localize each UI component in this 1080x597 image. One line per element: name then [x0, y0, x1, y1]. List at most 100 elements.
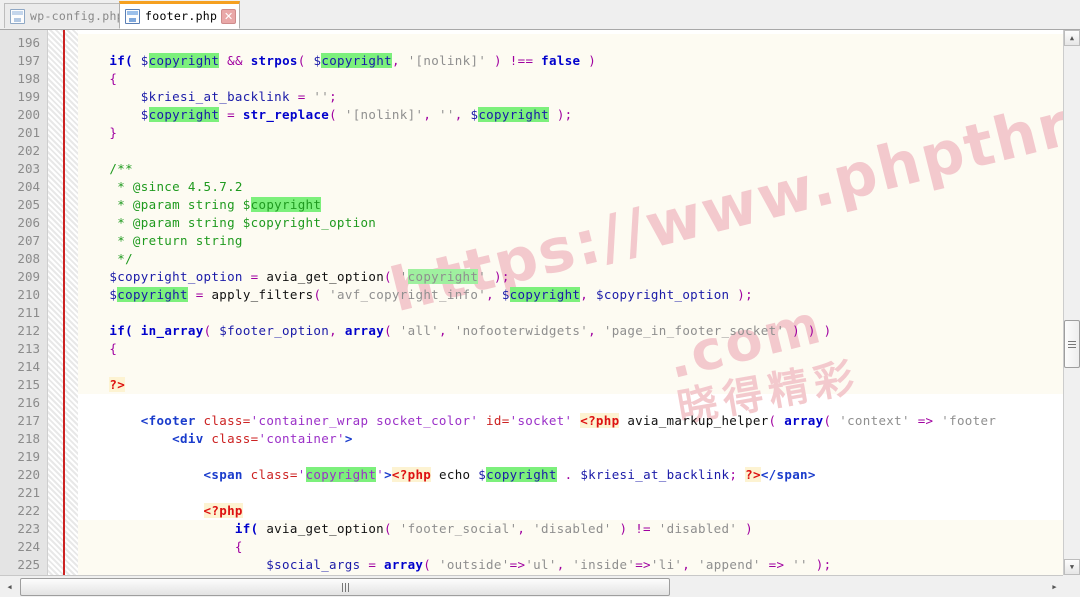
code-token: * @since 4.5.7.2	[109, 179, 243, 194]
line-number: 219	[17, 449, 40, 464]
search-match: copyright	[148, 107, 220, 122]
code-token: 'avf_copyright_info'	[329, 287, 487, 302]
code-line[interactable]: $social_args = array( 'outside'=>'ul', '…	[78, 556, 831, 574]
code-token: */	[109, 251, 133, 266]
line-number: 209	[17, 269, 40, 284]
code-token: 'outside'	[438, 557, 510, 572]
code-token: $copyright_option	[109, 269, 243, 284]
code-line[interactable]: if( $copyright && strpos( $copyright, '[…	[78, 52, 596, 70]
code-line[interactable]: <footer class='container_wrap socket_col…	[78, 412, 996, 430]
code-line[interactable]: $kriesi_at_backlink = '';	[78, 88, 337, 106]
code-line[interactable]: {	[78, 538, 243, 556]
code-token: $footer_option	[219, 323, 330, 338]
file-save-icon	[10, 8, 25, 24]
code-token: )	[737, 287, 746, 302]
line-number: 207	[17, 233, 40, 248]
code-token: !==	[509, 53, 534, 68]
tab-footer-php[interactable]: footer.php ✕	[119, 1, 241, 29]
line-number: 206	[17, 215, 40, 230]
caret-up-icon[interactable]: ▲	[1064, 30, 1080, 46]
line-number: 217	[17, 413, 40, 428]
code-line[interactable]: $copyright = str_replace( '[nolink]', ''…	[78, 106, 573, 124]
code-editor[interactable]: 196 197 198 199 200 201 202 203 204 205 206 207 208 2…	[0, 30, 1080, 575]
code-line[interactable]: /**	[78, 160, 133, 178]
close-icon[interactable]: ✕	[221, 8, 237, 24]
code-token: <div	[172, 431, 204, 446]
code-line[interactable]: }	[78, 124, 117, 142]
code-token: (	[384, 521, 392, 536]
code-token: <?php	[580, 413, 620, 428]
horizontal-scrollbar-thumb[interactable]	[20, 578, 670, 596]
code-token: $social_args	[266, 557, 361, 572]
code-line[interactable]: * @param string $copyright_option	[78, 214, 376, 232]
code-token: (	[384, 269, 392, 284]
code-token: 'container'	[258, 431, 345, 446]
search-match: copyright	[478, 107, 549, 122]
code-token: }	[109, 125, 118, 140]
code-token: )	[745, 521, 753, 536]
code-token: avia_get_option	[266, 269, 385, 284]
vertical-scrollbar[interactable]: ▲ ▼	[1063, 30, 1080, 575]
line-number: 203	[17, 161, 40, 176]
code-line[interactable]: <span class='copyright'><?php echo $copy…	[78, 466, 816, 484]
code-line[interactable]: <?php	[78, 502, 243, 520]
code-line[interactable]: ?>	[78, 376, 126, 394]
code-token: )	[792, 323, 801, 338]
line-number: 215	[17, 377, 40, 392]
line-number: 211	[17, 305, 40, 320]
code-line[interactable]: * @param string $copyright	[78, 196, 322, 214]
code-content-area[interactable]: https://www.phpthree.com .com 晓得精彩 if( $…	[78, 30, 1080, 575]
code-token: ,	[556, 557, 565, 572]
search-match: copyright	[305, 467, 377, 482]
code-token: =	[501, 413, 510, 428]
code-line[interactable]: if( avia_get_option( 'footer_social', 'd…	[78, 520, 753, 538]
code-line[interactable]: $copyright = apply_filters( 'avf_copyrig…	[78, 286, 753, 304]
code-token: 'ul'	[525, 557, 557, 572]
code-line[interactable]: * @since 4.5.7.2	[78, 178, 243, 196]
code-line[interactable]: {	[78, 340, 117, 358]
line-number: 223	[17, 521, 40, 536]
code-token: class	[203, 413, 243, 428]
code-token: '[nolink]'	[407, 53, 487, 68]
code-token: )	[588, 53, 597, 68]
code-token: '	[399, 269, 408, 284]
code-line[interactable]: */	[78, 250, 133, 268]
code-line[interactable]: $copyright_option = avia_get_option( 'co…	[78, 268, 510, 286]
code-line[interactable]: * @return string	[78, 232, 243, 250]
code-token: str_replace	[242, 107, 330, 122]
code-line-background	[78, 304, 1080, 322]
code-line[interactable]: {	[78, 70, 117, 88]
caret-right-icon[interactable]: ▶	[1047, 579, 1062, 595]
line-number: 221	[17, 485, 40, 500]
code-line[interactable]: <div class='container'>	[78, 430, 353, 448]
caret-left-icon[interactable]: ◀	[2, 579, 17, 595]
vertical-scrollbar-thumb[interactable]	[1064, 320, 1080, 368]
horizontal-scrollbar[interactable]: ◀ ▶	[0, 575, 1080, 597]
line-number: 224	[17, 539, 40, 554]
caret-down-icon[interactable]: ▼	[1064, 559, 1080, 575]
line-number: 196	[17, 35, 40, 50]
search-match: copyright	[117, 287, 188, 302]
code-line[interactable]: if( in_array( $footer_option, array( 'al…	[78, 322, 831, 340]
code-token: ?>	[109, 377, 126, 392]
